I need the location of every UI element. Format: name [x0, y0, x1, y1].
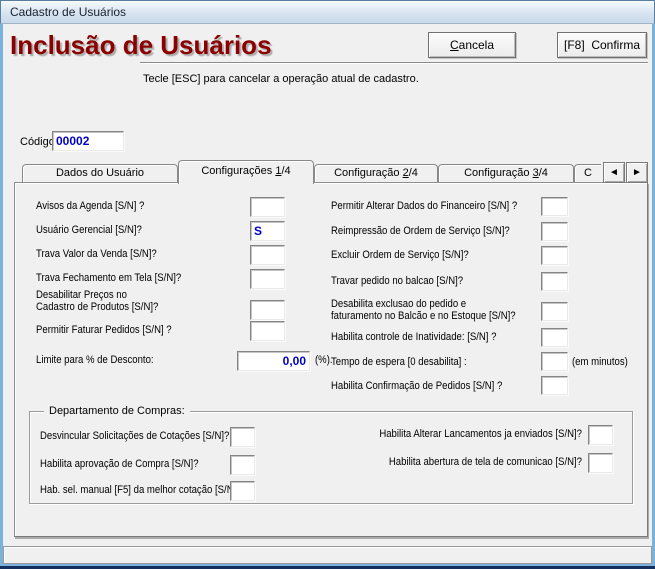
field-value: [589, 426, 612, 428]
hab-sel-manual-f5-da-melhor-cotacao-s-n-label: Hab. sel. manual [F5] da melhor cotação …: [40, 484, 242, 496]
hab-sel-manual-f5-da-melhor-cotacao-s-n-input[interactable]: [230, 481, 255, 501]
usuario-gerencial-s-n-label: Usuário Gerencial [S/N]?: [36, 224, 142, 236]
field-value: [251, 301, 284, 303]
cancel-button[interactable]: Cancela: [428, 32, 516, 58]
field-value: [251, 198, 284, 200]
trava-fechamento-em-tela-s-n-input[interactable]: [250, 269, 285, 289]
habilita-abertura-de-tela-de-comunicao-s-n-input[interactable]: [588, 453, 613, 473]
esc-hint-text: Tecle [ESC] para cancelar a operação atu…: [143, 73, 419, 85]
field-value: [231, 456, 254, 458]
field-value: [231, 482, 254, 484]
field-value: [251, 270, 284, 272]
excluir-ordem-de-servico-s-n-label: Excluir Ordem de Serviço [S/N]?: [331, 249, 469, 261]
field-value: [231, 428, 254, 430]
field-value: [251, 322, 284, 324]
tab-label: C: [584, 167, 592, 179]
title-bar: Cadastro de Usuários: [0, 0, 655, 24]
tab-label: Configurações 1/4: [201, 165, 290, 177]
field-value: 0,00: [238, 352, 309, 368]
limite-para-de-desconto-label: Limite para % de Desconto:: [36, 354, 154, 366]
status-bar: [3, 546, 652, 564]
field-value: [542, 353, 567, 355]
excluir-ordem-de-servico-s-n-input[interactable]: [541, 246, 568, 265]
tempo-de-espera-0-desabilita-input[interactable]: [541, 352, 568, 371]
desabilitar-precos-no-cadastro-de-produtos-label: Desabilitar Preços no Cadastro de Produt…: [36, 289, 158, 313]
reimpressao-de-ordem-de-servico-s-n-input[interactable]: [541, 222, 568, 241]
tab-label: Configuração 3/4: [464, 167, 548, 179]
header-divider: [140, 62, 648, 64]
tab-c[interactable]: C: [574, 164, 601, 182]
permitir-alterar-dados-do-financeiro-s-n-label: Permitir Alterar Dados do Financeiro [S/…: [331, 200, 517, 212]
field-value: [589, 454, 612, 456]
tab-label: Dados do Usuário: [56, 167, 144, 179]
travar-pedido-no-balcao-s-n-label: Travar pedido no balcao [S/N]?: [331, 275, 463, 287]
page-title: Inclusão de Usuários: [10, 30, 272, 61]
window-border-left: [0, 24, 3, 569]
tempo-de-espera-0-desabilita-suffix: (em minutos): [572, 356, 628, 368]
tempo-de-espera-0-desabilita-label: Tempo de espera [0 desabilita] :: [331, 356, 467, 368]
tab-scroll-right-button[interactable]: ►: [626, 162, 648, 183]
field-value: [542, 273, 567, 275]
habilita-controle-de-inatividade-s-n-input[interactable]: [541, 328, 568, 347]
left-arrow-icon: ◄: [609, 167, 619, 178]
right-arrow-icon: ►: [632, 167, 642, 178]
trava-valor-da-venda-s-n-input[interactable]: [250, 245, 285, 265]
field-value: [542, 223, 567, 225]
tab-configuracoes-1-4[interactable]: Configurações 1/4: [178, 160, 314, 184]
desvincular-solicitacoes-de-cotacoes-s-n-label: Desvincular Solicitações de Cotações [S/…: [40, 430, 229, 442]
codigo-value: 00002: [53, 132, 123, 148]
permitir-alterar-dados-do-financeiro-s-n-input[interactable]: [541, 197, 568, 216]
usuario-gerencial-s-n-input[interactable]: S: [250, 221, 285, 241]
tab-scroll-left-button[interactable]: ◄: [603, 162, 625, 183]
permitir-faturar-pedidos-s-n-label: Permitir Faturar Pedidos [S/N] ?: [36, 324, 172, 336]
field-value: S: [251, 222, 284, 238]
habilita-alterar-lancamentos-ja-enviados-s-label: Habilita Alterar Lancamentos ja enviados…: [319, 428, 582, 440]
field-value: [542, 198, 567, 200]
departamento-compras-group: Departamento de Compras: Desvincular Sol…: [29, 411, 633, 504]
field-value: [542, 247, 567, 249]
tab-panel-configuracoes-1-4: Departamento de Compras: Desvincular Sol…: [14, 182, 648, 537]
tab-configuracao-3-4[interactable]: Configuração 3/4: [438, 164, 574, 182]
tab-dados-do-usuario[interactable]: Dados do Usuário: [22, 164, 178, 182]
tab-label: Configuração 2/4: [334, 167, 418, 179]
window-title: Cadastro de Usuários: [10, 5, 126, 19]
field-value: [251, 246, 284, 248]
desabilitar-precos-no-cadastro-de-produtos-input[interactable]: [250, 300, 285, 320]
habilita-aprovacao-de-compra-s-n-input[interactable]: [230, 455, 255, 475]
habilita-confirmacao-de-pedidos-s-n-input[interactable]: [541, 376, 568, 395]
departamento-compras-legend: Departamento de Compras:: [44, 405, 190, 417]
trava-valor-da-venda-s-n-label: Trava Valor da Venda [S/N]?: [36, 248, 157, 260]
window: Cadastro de Usuários Inclusão de Usuário…: [0, 0, 655, 569]
codigo-input[interactable]: 00002: [52, 131, 124, 151]
trava-fechamento-em-tela-s-n-label: Trava Fechamento em Tela [S/N]?: [36, 272, 181, 284]
permitir-faturar-pedidos-s-n-input[interactable]: [250, 321, 285, 341]
avisos-da-agenda-s-n-input[interactable]: [250, 197, 285, 217]
habilita-confirmacao-de-pedidos-s-n-label: Habilita Confirmação de Pedidos [S/N] ?: [331, 380, 502, 392]
habilita-abertura-de-tela-de-comunicao-s-n-label: Habilita abertura de tela de comunicao […: [319, 456, 582, 468]
habilita-aprovacao-de-compra-s-n-label: Habilita aprovação de Compra [S/N]?: [40, 458, 199, 470]
limite-para-de-desconto-input[interactable]: 0,00: [237, 351, 310, 371]
habilita-alterar-lancamentos-ja-enviados-s-input[interactable]: [588, 425, 613, 445]
confirm-button-label: [F8] Confirma: [564, 38, 640, 52]
tab-configuracao-2-4[interactable]: Configuração 2/4: [314, 164, 438, 182]
travar-pedido-no-balcao-s-n-input[interactable]: [541, 272, 568, 291]
reimpressao-de-ordem-de-servico-s-n-label: Reimpressão de Ordem de Serviço [S/N]?: [331, 225, 510, 237]
habilita-controle-de-inatividade-s-n-label: Habilita controle de Inatividade: [S/N] …: [331, 331, 496, 343]
avisos-da-agenda-s-n-label: Avisos da Agenda [S/N] ?: [36, 200, 144, 212]
desabilita-exclusao-do-pedido-e-faturament-label: Desabilita exclusao do pedido e faturame…: [331, 298, 516, 322]
cancel-button-label: Cancela: [450, 38, 494, 52]
confirm-f8-button[interactable]: [F8] Confirma: [557, 32, 647, 58]
limite-para-de-desconto-suffix: (%).: [315, 354, 333, 366]
desvincular-solicitacoes-de-cotacoes-s-n-input[interactable]: [230, 427, 255, 447]
field-value: [542, 329, 567, 331]
field-value: [542, 303, 567, 305]
desabilita-exclusao-do-pedido-e-faturament-input[interactable]: [541, 302, 568, 321]
field-value: [542, 377, 567, 379]
